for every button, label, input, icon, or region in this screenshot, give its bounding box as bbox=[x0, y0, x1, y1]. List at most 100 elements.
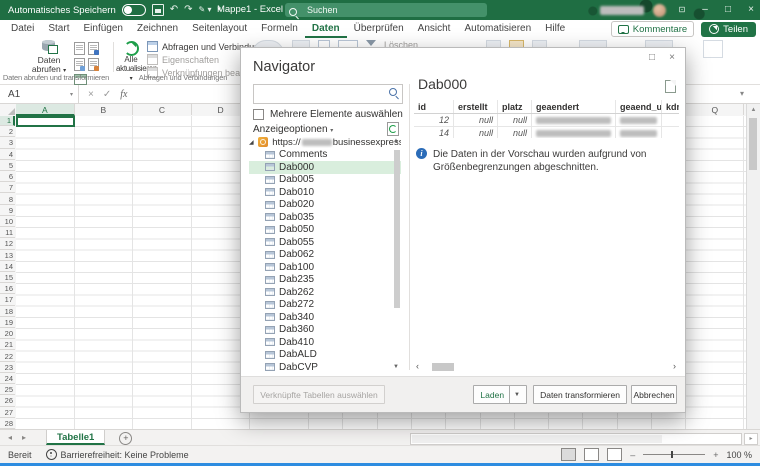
tab-zeichnen[interactable]: Zeichnen bbox=[130, 20, 185, 38]
name-box[interactable]: A1 ▾ bbox=[0, 85, 79, 103]
navigator-item-Dab410[interactable]: Dab410 bbox=[249, 336, 401, 349]
tab-seitenlayout[interactable]: Seitenlayout bbox=[185, 20, 254, 38]
zoom-level[interactable]: 100 % bbox=[726, 450, 752, 460]
column-header-Q[interactable]: Q bbox=[686, 104, 744, 115]
get-data-button[interactable]: Daten abrufen ▾ bbox=[26, 40, 72, 76]
accessibility-status[interactable]: Barrierefreiheit: Keine Probleme bbox=[46, 449, 189, 460]
autosave-toggle[interactable] bbox=[122, 4, 146, 16]
navigator-item-Dab050[interactable]: Dab050 bbox=[249, 224, 401, 237]
scroll-up-icon[interactable]: ▲ bbox=[747, 104, 760, 116]
navigator-item-Dab005[interactable]: Dab005 bbox=[249, 174, 401, 187]
navigator-item-Dab000[interactable]: Dab000 bbox=[249, 161, 401, 174]
search-box[interactable]: Suchen bbox=[285, 3, 487, 17]
multi-select-row[interactable]: Mehrere Elemente auswählen bbox=[253, 109, 403, 120]
row-header-28[interactable]: 28 bbox=[0, 419, 15, 429]
row-header-14[interactable]: 14 bbox=[0, 262, 15, 272]
normal-view-icon[interactable] bbox=[561, 448, 576, 461]
row-header-15[interactable]: 15 bbox=[0, 273, 15, 283]
column-header-A[interactable]: A bbox=[16, 104, 75, 116]
zoom-slider[interactable] bbox=[643, 454, 705, 455]
navigator-item-Dab340[interactable]: Dab340 bbox=[249, 311, 401, 324]
maximize-button[interactable]: □ bbox=[721, 0, 735, 20]
undo-icon[interactable]: ↶ bbox=[170, 0, 178, 20]
row-header-25[interactable]: 25 bbox=[0, 385, 15, 395]
navigator-item-Dab360[interactable]: Dab360 bbox=[249, 324, 401, 337]
preview-scroll-thumb[interactable] bbox=[432, 363, 454, 371]
page-layout-view-icon[interactable] bbox=[584, 448, 599, 461]
row-header-13[interactable]: 13 bbox=[0, 251, 15, 261]
row-header-12[interactable]: 12 bbox=[0, 239, 15, 249]
from-sources-icon[interactable] bbox=[88, 58, 99, 71]
row-header-5[interactable]: 5 bbox=[0, 161, 15, 171]
tab-hilfe[interactable]: Hilfe bbox=[538, 20, 572, 38]
navigator-item-Dab020[interactable]: Dab020 bbox=[249, 199, 401, 212]
from-web-icon[interactable] bbox=[88, 42, 99, 55]
tree-scroll-thumb[interactable] bbox=[394, 150, 400, 308]
scroll-right-icon[interactable]: ▸ bbox=[744, 433, 758, 445]
row-header-3[interactable]: 3 bbox=[0, 138, 15, 148]
tab-formeln[interactable]: Formeln bbox=[254, 20, 305, 38]
navigator-item-Dab055[interactable]: Dab055 bbox=[249, 236, 401, 249]
share-button[interactable]: Teilen bbox=[701, 22, 756, 37]
horizontal-scroll-thumb[interactable] bbox=[412, 435, 662, 443]
tab-datei[interactable]: Datei bbox=[4, 20, 41, 38]
navigator-item-Dab272[interactable]: Dab272 bbox=[249, 299, 401, 312]
sheet-prev-icon[interactable]: ◂ bbox=[8, 430, 12, 446]
load-split-arrow-icon[interactable]: ▼ bbox=[509, 386, 520, 403]
row-header-16[interactable]: 16 bbox=[0, 284, 15, 294]
load-button[interactable]: Laden ▼ bbox=[473, 385, 527, 404]
tree-scroll-down-icon[interactable]: ▼ bbox=[393, 364, 399, 370]
confirm-entry-icon[interactable]: ✓ bbox=[103, 89, 111, 100]
row-header-11[interactable]: 11 bbox=[0, 228, 15, 238]
row-header-20[interactable]: 20 bbox=[0, 329, 15, 339]
comments-button[interactable]: Kommentare bbox=[611, 21, 694, 37]
row-header-21[interactable]: 21 bbox=[0, 340, 15, 350]
row-header-27[interactable]: 27 bbox=[0, 408, 15, 418]
navigator-item-Dab035[interactable]: Dab035 bbox=[249, 211, 401, 224]
row-header-9[interactable]: 9 bbox=[0, 206, 15, 216]
page-break-view-icon[interactable] bbox=[607, 448, 622, 461]
row-header-18[interactable]: 18 bbox=[0, 307, 15, 317]
navigator-item-DabALD[interactable]: DabALD bbox=[249, 349, 401, 362]
outline-group-icon[interactable] bbox=[703, 40, 723, 58]
insert-function-icon[interactable]: fx bbox=[120, 89, 127, 100]
close-button[interactable]: × bbox=[744, 0, 758, 20]
navigator-item-Dab235[interactable]: Dab235 bbox=[249, 274, 401, 287]
display-options-dropdown[interactable]: Anzeigeoptionen ▾ bbox=[253, 124, 333, 135]
navigator-item-Comments[interactable]: Comments bbox=[249, 149, 401, 162]
ribbon-display-options-icon[interactable]: ⊡ bbox=[675, 0, 689, 20]
row-header-26[interactable]: 26 bbox=[0, 396, 15, 406]
tree-root-source[interactable]: ◢https://businessexpress.cloud/a… bbox=[249, 136, 401, 149]
formula-bar-expand-icon[interactable]: ▾ bbox=[740, 85, 744, 103]
tab-ansicht[interactable]: Ansicht bbox=[411, 20, 458, 38]
row-header-1[interactable]: 1 bbox=[0, 116, 15, 126]
navigator-item-Dab062[interactable]: Dab062 bbox=[249, 249, 401, 262]
row-header-2[interactable]: 2 bbox=[0, 127, 15, 137]
tab-automatisieren[interactable]: Automatisieren bbox=[457, 20, 538, 38]
row-header-17[interactable]: 17 bbox=[0, 295, 15, 305]
tab-einfügen[interactable]: Einfügen bbox=[76, 20, 129, 38]
row-header-6[interactable]: 6 bbox=[0, 172, 15, 182]
multi-select-checkbox[interactable] bbox=[253, 109, 264, 120]
from-text-icon[interactable] bbox=[74, 42, 85, 55]
navigator-item-Dab100[interactable]: Dab100 bbox=[249, 261, 401, 274]
horizontal-scrollbar[interactable] bbox=[410, 433, 742, 445]
row-header-8[interactable]: 8 bbox=[0, 195, 15, 205]
row-header-23[interactable]: 23 bbox=[0, 363, 15, 373]
tree-expand-icon[interactable]: ◢ bbox=[249, 139, 254, 146]
refresh-preview-icon[interactable] bbox=[387, 122, 399, 136]
zoom-in-icon[interactable]: + bbox=[713, 450, 718, 460]
from-table-icon[interactable] bbox=[74, 58, 85, 71]
preview-horizontal-scrollbar[interactable]: ‹ › bbox=[416, 361, 676, 373]
dialog-close-icon[interactable]: × bbox=[665, 52, 679, 63]
preview-scroll-left-icon[interactable]: ‹ bbox=[416, 361, 419, 371]
user-avatar[interactable] bbox=[653, 4, 666, 17]
cancel-entry-icon[interactable]: × bbox=[88, 89, 94, 100]
navigator-item-Dab262[interactable]: Dab262 bbox=[249, 286, 401, 299]
redo-icon[interactable]: ↷ bbox=[184, 0, 192, 20]
column-header-C[interactable]: C bbox=[133, 104, 192, 115]
preview-document-icon[interactable] bbox=[665, 80, 676, 93]
vertical-scroll-thumb[interactable] bbox=[749, 118, 757, 170]
row-header-7[interactable]: 7 bbox=[0, 183, 15, 193]
sheet-tab-tabelle1[interactable]: Tabelle1 bbox=[46, 430, 105, 445]
